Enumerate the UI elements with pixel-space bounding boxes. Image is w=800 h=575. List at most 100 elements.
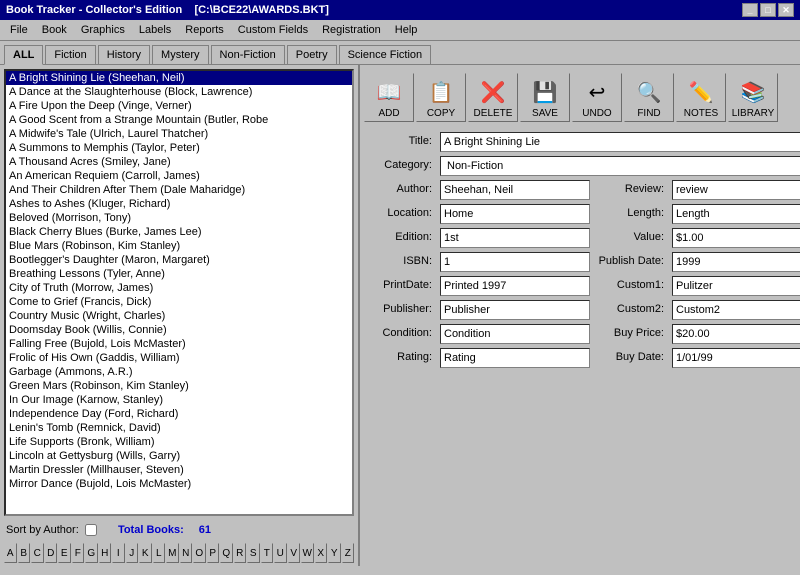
book-list-item[interactable]: A Fire Upon the Deep (Vinge, Verner) (6, 99, 352, 113)
tab-history[interactable]: History (98, 45, 150, 64)
sort-checkbox[interactable] (85, 524, 97, 536)
alpha-button-g[interactable]: G (85, 543, 98, 563)
location-input[interactable] (440, 204, 590, 224)
custom1-input[interactable] (672, 276, 800, 296)
book-list-item[interactable]: Life Supports (Bronk, William) (6, 435, 352, 449)
alpha-button-d[interactable]: D (45, 543, 58, 563)
book-list-item[interactable]: Ashes to Ashes (Kluger, Richard) (6, 197, 352, 211)
menu-book[interactable]: Book (36, 22, 73, 38)
alpha-button-p[interactable]: P (207, 543, 220, 563)
menu-labels[interactable]: Labels (133, 22, 177, 38)
publish-date-input[interactable] (672, 252, 800, 272)
alpha-button-f[interactable]: F (72, 543, 85, 563)
book-list-item[interactable]: A Good Scent from a Strange Mountain (Bu… (6, 113, 352, 127)
alpha-button-u[interactable]: U (274, 543, 287, 563)
length-input[interactable] (672, 204, 800, 224)
category-select[interactable]: Non-Fiction (440, 156, 800, 176)
library-button[interactable]: 📚LIBRARY (728, 73, 778, 122)
alpha-button-r[interactable]: R (234, 543, 247, 563)
book-list-item[interactable]: Green Mars (Robinson, Kim Stanley) (6, 379, 352, 393)
book-list-item[interactable]: Independence Day (Ford, Richard) (6, 407, 352, 421)
menu-custom-fields[interactable]: Custom Fields (232, 22, 314, 38)
alpha-button-z[interactable]: Z (342, 543, 355, 563)
book-list-item[interactable]: An American Requiem (Carroll, James) (6, 169, 352, 183)
book-list-item[interactable]: Country Music (Wright, Charles) (6, 309, 352, 323)
alpha-button-c[interactable]: C (31, 543, 44, 563)
book-list-item[interactable]: A Bright Shining Lie (Sheehan, Neil) (6, 71, 352, 85)
add-button[interactable]: 📖ADD (364, 73, 414, 122)
value-input[interactable] (672, 228, 800, 248)
menu-registration[interactable]: Registration (316, 22, 387, 38)
print-date-input[interactable] (440, 276, 590, 296)
book-list-item[interactable]: Lenin's Tomb (Remnick, David) (6, 421, 352, 435)
minimize-button[interactable]: _ (742, 3, 758, 17)
book-list-item[interactable]: And Their Children After Them (Dale Maha… (6, 183, 352, 197)
undo-button[interactable]: ↩UNDO (572, 73, 622, 122)
edition-input[interactable] (440, 228, 590, 248)
alpha-button-e[interactable]: E (58, 543, 71, 563)
title-input[interactable] (440, 132, 800, 152)
tab-all[interactable]: ALL (4, 45, 43, 65)
alpha-button-i[interactable]: I (112, 543, 125, 563)
book-list-item[interactable]: Lincoln at Gettysburg (Wills, Garry) (6, 449, 352, 463)
book-list-item[interactable]: City of Truth (Morrow, James) (6, 281, 352, 295)
alpha-button-b[interactable]: B (18, 543, 31, 563)
isbn-input[interactable] (440, 252, 590, 272)
book-list-item[interactable]: Frolic of His Own (Gaddis, William) (6, 351, 352, 365)
author-input[interactable] (440, 180, 590, 200)
notes-button[interactable]: ✏️NOTES (676, 73, 726, 122)
alpha-button-k[interactable]: K (139, 543, 152, 563)
book-list-item[interactable]: Bootlegger's Daughter (Maron, Margaret) (6, 253, 352, 267)
maximize-button[interactable]: □ (760, 3, 776, 17)
review-input[interactable] (672, 180, 800, 200)
tab-mystery[interactable]: Mystery (152, 45, 209, 64)
book-list-item[interactable]: Doomsday Book (Willis, Connie) (6, 323, 352, 337)
tab-nonfiction[interactable]: Non-Fiction (211, 45, 285, 64)
custom2-input[interactable] (672, 300, 800, 320)
close-button[interactable]: ✕ (778, 3, 794, 17)
find-button[interactable]: 🔍FIND (624, 73, 674, 122)
save-button[interactable]: 💾SAVE (520, 73, 570, 122)
book-list-item[interactable]: Black Cherry Blues (Burke, James Lee) (6, 225, 352, 239)
alpha-button-a[interactable]: A (4, 543, 17, 563)
alpha-button-v[interactable]: V (288, 543, 301, 563)
alpha-button-h[interactable]: H (99, 543, 112, 563)
buy-price-input[interactable] (672, 324, 800, 344)
rating-input[interactable] (440, 348, 590, 368)
menu-file[interactable]: File (4, 22, 34, 38)
book-list-item[interactable]: Beloved (Morrison, Tony) (6, 211, 352, 225)
tab-poetry[interactable]: Poetry (287, 45, 337, 64)
alpha-button-j[interactable]: J (126, 543, 139, 563)
alpha-button-n[interactable]: N (180, 543, 193, 563)
menu-graphics[interactable]: Graphics (75, 22, 131, 38)
alpha-button-q[interactable]: Q (220, 543, 233, 563)
book-list-item[interactable]: Mirror Dance (Bujold, Lois McMaster) (6, 477, 352, 491)
book-list-item[interactable]: Martin Dressler (Millhauser, Steven) (6, 463, 352, 477)
book-list-item[interactable]: Breathing Lessons (Tyler, Anne) (6, 267, 352, 281)
book-list-item[interactable]: A Thousand Acres (Smiley, Jane) (6, 155, 352, 169)
condition-input[interactable] (440, 324, 590, 344)
book-list-item[interactable]: Come to Grief (Francis, Dick) (6, 295, 352, 309)
alpha-button-w[interactable]: W (301, 543, 314, 563)
alpha-button-t[interactable]: T (261, 543, 274, 563)
alpha-button-m[interactable]: M (166, 543, 179, 563)
book-list[interactable]: A Bright Shining Lie (Sheehan, Neil)A Da… (4, 69, 354, 516)
book-list-item[interactable]: A Summons to Memphis (Taylor, Peter) (6, 141, 352, 155)
publisher-input[interactable] (440, 300, 590, 320)
menu-reports[interactable]: Reports (179, 22, 230, 38)
menu-help[interactable]: Help (389, 22, 424, 38)
tab-fiction[interactable]: Fiction (45, 45, 95, 64)
alpha-button-x[interactable]: X (315, 543, 328, 563)
alpha-button-o[interactable]: O (193, 543, 206, 563)
book-list-item[interactable]: Blue Mars (Robinson, Kim Stanley) (6, 239, 352, 253)
buy-date-input[interactable] (672, 348, 800, 368)
alpha-button-y[interactable]: Y (328, 543, 341, 563)
alpha-button-s[interactable]: S (247, 543, 260, 563)
tab-science-fiction[interactable]: Science Fiction (339, 45, 432, 64)
book-list-item[interactable]: Falling Free (Bujold, Lois McMaster) (6, 337, 352, 351)
copy-button[interactable]: 📋COPY (416, 73, 466, 122)
book-list-item[interactable]: Garbage (Ammons, A.R.) (6, 365, 352, 379)
delete-button[interactable]: ❌DELETE (468, 73, 518, 122)
book-list-item[interactable]: A Midwife's Tale (Ulrich, Laurel Thatche… (6, 127, 352, 141)
alpha-button-l[interactable]: L (153, 543, 166, 563)
